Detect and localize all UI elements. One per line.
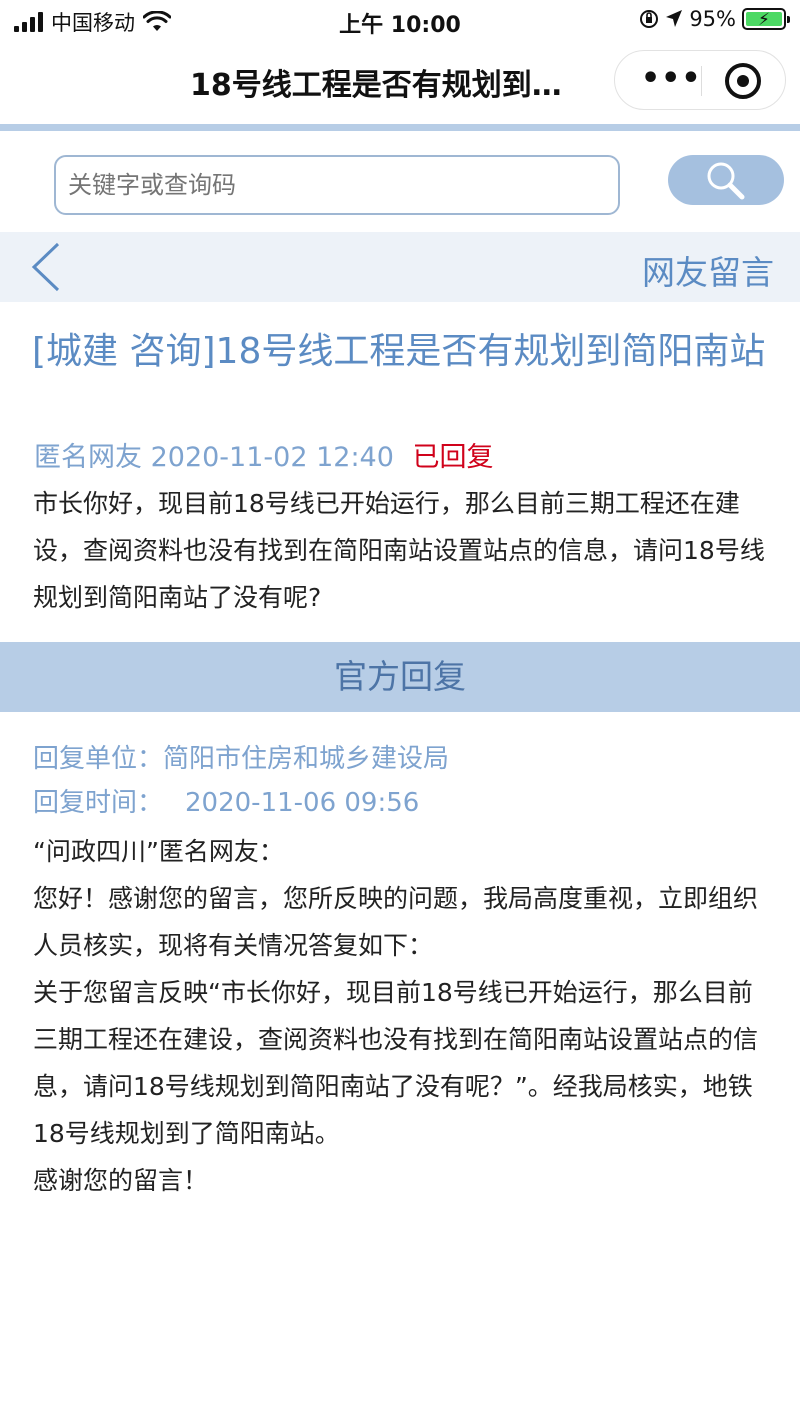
section-label: 网友留言 — [642, 253, 774, 292]
reply-line: 关于您留言反映“市长你好，现目前18号线已开始运行，那么目前三期工程还在建设，查… — [33, 978, 759, 1148]
close-icon[interactable] — [725, 63, 761, 99]
post-meta: 匿名网友 2020-11-02 12:40 已回复 — [34, 435, 494, 474]
status-bar: 中国移动 上午 10:00 95% ⚡ — [0, 0, 800, 42]
post-datetime: 2020-11-02 12:40 — [150, 442, 394, 473]
reply-content: “问政四川”匿名网友： 您好！感谢您的留言，您所反映的问题，我局高度重视，立即组… — [33, 828, 773, 1204]
reply-unit: 回复单位：简阳市住房和城乡建设局 — [33, 738, 449, 775]
search-icon — [707, 162, 745, 200]
reply-time-value: 2020-11-06 09:56 — [185, 788, 420, 818]
search-input[interactable] — [54, 155, 620, 215]
location-icon — [666, 10, 683, 27]
back-arrow-icon[interactable] — [28, 240, 64, 294]
battery-icon: ⚡ — [742, 8, 790, 30]
reply-unit-label: 回复单位： — [33, 744, 164, 774]
reply-unit-value: 简阳市住房和城乡建设局 — [163, 744, 450, 774]
status-badge: 已回复 — [412, 442, 494, 473]
sub-header: 网友留言 — [0, 232, 800, 302]
reply-time: 回复时间： 2020-11-06 09:56 — [33, 782, 419, 819]
battery-percent: 95% — [689, 7, 736, 31]
search-button[interactable] — [668, 155, 784, 205]
miniprogram-capsule: ••• — [614, 50, 786, 110]
reply-line: 感谢您的留言！ — [33, 1166, 209, 1195]
top-stripe — [0, 124, 800, 131]
nav-bar: 18号线工程是否有规划到… ••• — [0, 42, 800, 122]
more-button[interactable]: ••• — [641, 61, 702, 96]
reply-time-label: 回复时间： — [33, 788, 164, 818]
post-content: 市长你好，现目前18号线已开始运行，那么目前三期工程还在建设，查阅资料也没有找到… — [33, 489, 765, 612]
page-title: 18号线工程是否有规划到… — [190, 68, 562, 103]
capsule-divider — [701, 66, 702, 96]
reply-line: 您好！感谢您的留言，您所反映的问题，我局高度重视，立即组织人员核实，现将有关情况… — [33, 884, 759, 960]
orientation-lock-icon — [640, 10, 659, 28]
reply-section-header: 官方回复 — [0, 642, 800, 712]
reply-line: “问政四川”匿名网友： — [33, 837, 284, 866]
post-author: 匿名网友 — [34, 442, 142, 473]
post-title: [城建 咨询]18号线工程是否有规划到简阳南站 — [32, 331, 766, 372]
